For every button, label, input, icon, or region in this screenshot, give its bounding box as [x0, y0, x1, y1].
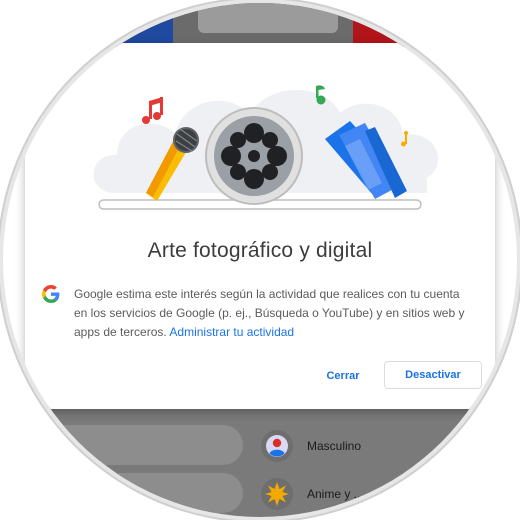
starburst-icon [261, 478, 293, 510]
deactivate-button[interactable]: Desactivar [384, 361, 482, 389]
film-reel-icon [205, 107, 303, 205]
background-top-strip [3, 3, 517, 47]
manage-activity-link[interactable]: Administrar tu actividad [169, 325, 294, 339]
circular-frame: Masculino Anime y ... Arte fotográfico y… [3, 3, 517, 517]
background-light-card [198, 3, 338, 33]
list-item-label: Anime y ... [307, 487, 364, 501]
background-red-card [353, 3, 463, 47]
music-note-icon [142, 97, 163, 124]
google-logo-icon [42, 285, 60, 303]
person-avatar-icon [261, 430, 293, 462]
interest-dialog: Arte fotográfico y digital Google estima… [25, 43, 495, 409]
background-pill [3, 425, 243, 465]
background-list: Masculino Anime y ... [3, 407, 517, 517]
list-item[interactable]: Anime y ... [261, 473, 517, 515]
list-item[interactable]: Masculino [261, 425, 517, 467]
interest-illustration [93, 85, 439, 210]
background-pill [3, 473, 243, 513]
list-item-label: Masculino [307, 439, 362, 453]
close-button[interactable]: Cerrar [321, 363, 365, 389]
dialog-title: Arte fotográfico y digital [147, 239, 373, 262]
background-blue-card [63, 3, 173, 47]
dialog-description: Google estima este interés según la acti… [74, 285, 474, 342]
